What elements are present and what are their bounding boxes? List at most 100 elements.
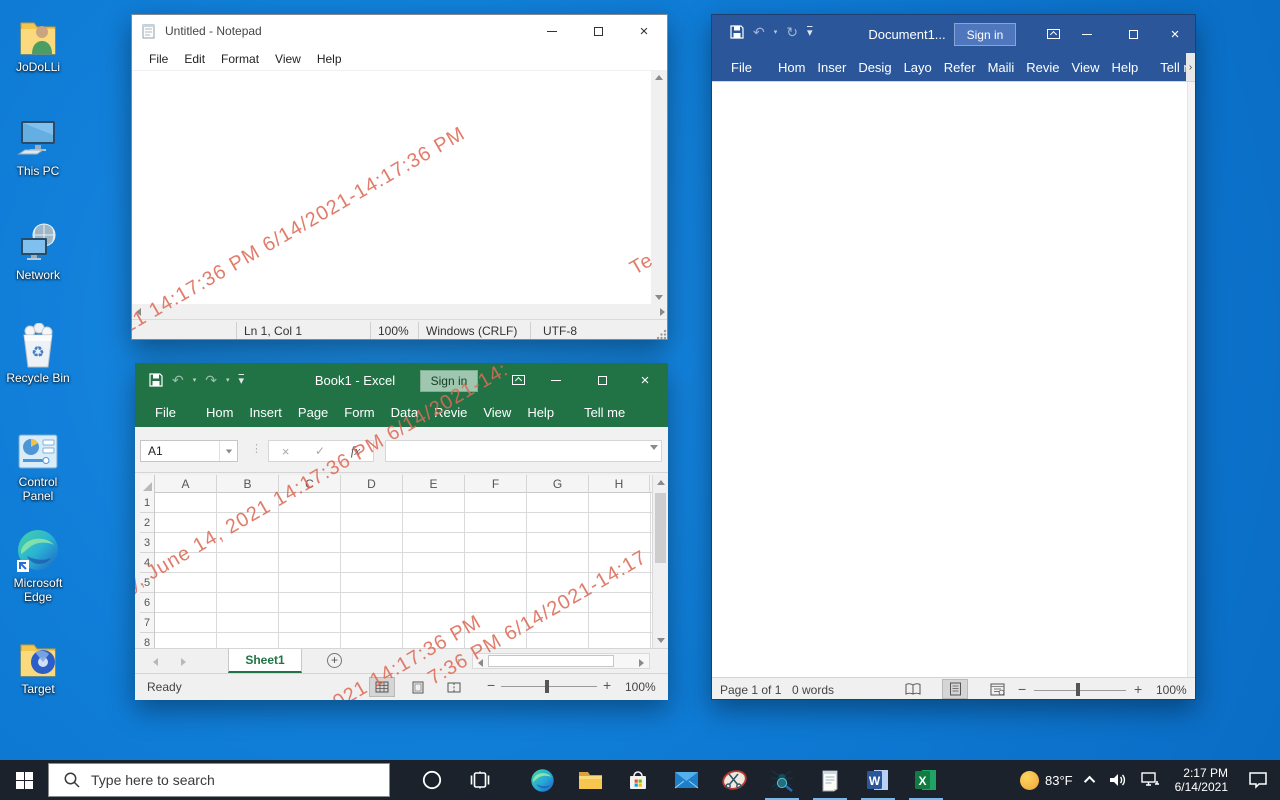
tab-design[interactable]: Desig <box>852 60 897 75</box>
taskbar-word-button[interactable]: W <box>854 760 902 800</box>
desktop-icon-this-pc[interactable]: This PC <box>2 116 74 178</box>
scroll-down-arrow[interactable] <box>657 638 665 643</box>
tab-home[interactable]: Hom <box>198 405 241 420</box>
word-maximize-button[interactable] <box>1110 15 1156 53</box>
menu-file[interactable]: File <box>141 49 176 69</box>
tab-help[interactable]: Help <box>519 405 562 420</box>
redo-icon[interactable]: ↷ <box>205 372 217 389</box>
taskbar-excel-button[interactable]: X <box>902 760 950 800</box>
new-sheet-button[interactable]: + <box>327 653 342 668</box>
column-header[interactable]: G <box>527 475 589 493</box>
customize-quick-access-icon[interactable]: ▾ <box>807 26 813 39</box>
taskbar-clock[interactable]: 2:17 PM 6/14/2021 <box>1167 766 1236 794</box>
tab-file[interactable]: File <box>147 405 184 420</box>
page-count[interactable]: Page 1 of 1 <box>720 683 781 697</box>
taskbar-spy-tool-button[interactable] <box>758 760 806 800</box>
word-count[interactable]: 0 words <box>792 683 834 697</box>
word-sign-in-button[interactable]: Sign in <box>954 23 1016 46</box>
excel-close-button[interactable]: × <box>622 363 668 397</box>
zoom-out-button[interactable]: − <box>487 677 495 693</box>
desktop-icon-microsoft-edge[interactable]: Microsoft Edge <box>2 528 74 604</box>
zoom-percentage[interactable]: 100% <box>1156 683 1187 697</box>
tab-view[interactable]: View <box>1066 60 1106 75</box>
scroll-right-arrow[interactable] <box>660 308 665 316</box>
tab-data[interactable]: Data <box>383 405 426 420</box>
read-mode-icon[interactable] <box>900 679 926 699</box>
row-header[interactable]: 6 <box>140 593 154 613</box>
tab-home[interactable]: Hom <box>772 60 811 75</box>
cancel-icon[interactable]: × <box>282 444 290 459</box>
tab-references[interactable]: Refer <box>938 60 982 75</box>
tab-layout[interactable]: Layo <box>898 60 938 75</box>
column-header[interactable]: F <box>465 475 527 493</box>
notepad-vertical-scrollbar[interactable] <box>651 71 667 304</box>
excel-maximize-button[interactable] <box>579 363 625 397</box>
formula-bar-expand-icon[interactable] <box>650 445 658 450</box>
notepad-horizontal-scrollbar[interactable] <box>132 304 668 319</box>
tab-mailings[interactable]: Maili <box>982 60 1021 75</box>
desktop-icon-jodolli[interactable]: JoDoLLi <box>2 12 74 74</box>
search-input[interactable] <box>91 772 341 788</box>
zoom-slider-track[interactable] <box>1034 690 1126 691</box>
tab-review[interactable]: Revie <box>426 405 475 420</box>
word-titlebar[interactable]: ↶▾ ↻ ▾ Document1... Sign in × <box>712 15 1195 53</box>
taskbar-snipping-tool-button[interactable] <box>710 760 758 800</box>
page-layout-view-icon[interactable] <box>405 677 431 697</box>
word-document-area[interactable] <box>712 81 1196 677</box>
scroll-right-arrow[interactable] <box>639 659 644 667</box>
normal-view-icon[interactable] <box>369 677 395 697</box>
customize-quick-access-icon[interactable]: ▾ <box>239 374 245 387</box>
tell-me-label[interactable]: Tell me <box>576 405 633 420</box>
resize-grip[interactable] <box>657 329 667 339</box>
print-layout-view-icon[interactable] <box>942 679 968 699</box>
scrollbar-thumb[interactable] <box>655 493 666 563</box>
sheet-nav-left-icon[interactable] <box>153 658 158 666</box>
formula-bar-handle[interactable]: ⋮ <box>251 442 262 455</box>
select-all-corner[interactable] <box>140 475 155 493</box>
excel-minimize-button[interactable] <box>533 363 579 397</box>
weather-tray-item[interactable]: 83°F <box>1013 760 1080 800</box>
sheetbar-resize-handle[interactable]: ⋮ <box>453 653 464 666</box>
task-view-button[interactable] <box>456 760 504 800</box>
tab-insert[interactable]: Inser <box>811 60 852 75</box>
taskbar-search-box[interactable] <box>48 763 390 797</box>
notepad-titlebar[interactable]: Untitled - Notepad × <box>132 15 667 47</box>
save-icon[interactable] <box>149 373 163 387</box>
row-header[interactable]: 8 <box>140 633 154 648</box>
scroll-up-arrow[interactable] <box>655 75 663 80</box>
desktop-icon-recycle-bin[interactable]: ♻ Recycle Bin <box>2 323 74 385</box>
zoom-in-button[interactable]: + <box>603 677 611 693</box>
word-minimize-button[interactable] <box>1064 15 1110 53</box>
cortana-button[interactable] <box>408 760 456 800</box>
scrollbar-thumb[interactable] <box>488 655 614 667</box>
menu-edit[interactable]: Edit <box>176 49 213 69</box>
menu-format[interactable]: Format <box>213 49 267 69</box>
web-layout-view-icon[interactable] <box>984 679 1010 699</box>
zoom-slider-track[interactable] <box>501 686 597 687</box>
column-header[interactable]: E <box>403 475 465 493</box>
tab-insert[interactable]: Insert <box>241 405 290 420</box>
notepad-maximize-button[interactable] <box>575 15 621 47</box>
tab-page-layout[interactable]: Page <box>290 405 336 420</box>
word-vertical-scrollbar[interactable] <box>1187 82 1196 678</box>
desktop-icon-control-panel[interactable]: Control Panel <box>2 427 74 503</box>
redo-icon[interactable]: ↻ <box>786 24 798 41</box>
word-close-button[interactable]: × <box>1152 15 1196 53</box>
share-label[interactable]: Share <box>659 405 668 420</box>
spreadsheet-grid[interactable] <box>155 493 652 648</box>
taskbar-notepad-button[interactable] <box>806 760 854 800</box>
menu-view[interactable]: View <box>267 49 309 69</box>
network-button[interactable] <box>1134 760 1167 800</box>
page-break-view-icon[interactable] <box>441 677 467 697</box>
column-header[interactable]: A <box>155 475 217 493</box>
zoom-out-button[interactable]: − <box>1018 681 1026 697</box>
zoom-percentage[interactable]: 100% <box>625 680 656 694</box>
volume-button[interactable] <box>1102 760 1134 800</box>
zoom-in-button[interactable]: + <box>1134 681 1142 697</box>
redo-dropdown-icon[interactable]: ▾ <box>226 376 230 384</box>
tab-file[interactable]: File <box>725 60 758 75</box>
scroll-left-arrow[interactable] <box>478 659 483 667</box>
column-header[interactable]: D <box>341 475 403 493</box>
name-box[interactable]: A1 <box>140 440 238 462</box>
zoom-slider-thumb[interactable] <box>1076 683 1080 696</box>
